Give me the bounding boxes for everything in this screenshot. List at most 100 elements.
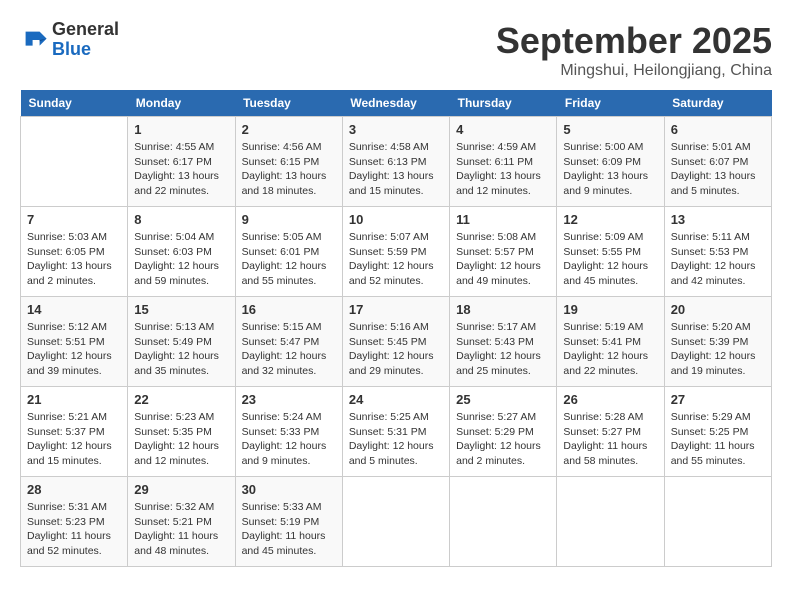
- week-row-3: 14 Sunrise: 5:12 AM Sunset: 5:51 PM Dayli…: [21, 297, 772, 387]
- day-info: Sunrise: 5:01 AM Sunset: 6:07 PM Dayligh…: [671, 140, 765, 199]
- day-number: 14: [27, 302, 121, 317]
- day-number: 22: [134, 392, 228, 407]
- day-info: Sunrise: 5:04 AM Sunset: 6:03 PM Dayligh…: [134, 230, 228, 289]
- day-info: Sunrise: 5:21 AM Sunset: 5:37 PM Dayligh…: [27, 410, 121, 469]
- day-info: Sunrise: 4:56 AM Sunset: 6:15 PM Dayligh…: [242, 140, 336, 199]
- weekday-header-thursday: Thursday: [450, 90, 557, 117]
- day-number: 10: [349, 212, 443, 227]
- weekday-header-sunday: Sunday: [21, 90, 128, 117]
- day-number: 28: [27, 482, 121, 497]
- week-row-5: 28 Sunrise: 5:31 AM Sunset: 5:23 PM Dayli…: [21, 477, 772, 567]
- day-cell: 7Sunrise: 5:03 AM Sunset: 6:05 PM Daylig…: [21, 207, 128, 297]
- day-info: Sunrise: 5:33 AM Sunset: 5:19 PM Dayligh…: [242, 500, 336, 559]
- day-cell: 5Sunrise: 5:00 AM Sunset: 6:09 PM Daylig…: [557, 117, 664, 207]
- day-number: 19: [563, 302, 657, 317]
- logo-text: General Blue: [52, 20, 119, 60]
- day-info: Sunrise: 5:31 AM Sunset: 5:23 PM Dayligh…: [27, 500, 121, 559]
- day-info: Sunrise: 5:07 AM Sunset: 5:59 PM Dayligh…: [349, 230, 443, 289]
- week-row-1: 1 Sunrise: 4:55 AM Sunset: 6:17 PM Daylig…: [21, 117, 772, 207]
- day-number: 18: [456, 302, 550, 317]
- day-number: 9: [242, 212, 336, 227]
- day-number: 17: [349, 302, 443, 317]
- day-cell: 17 Sunrise: 5:16 AM Sunset: 5:45 PM Dayli…: [342, 297, 449, 387]
- day-cell: 22 Sunrise: 5:23 AM Sunset: 5:35 PM Dayli…: [128, 387, 235, 477]
- day-cell: 19 Sunrise: 5:19 AM Sunset: 5:41 PM Dayli…: [557, 297, 664, 387]
- day-number: 29: [134, 482, 228, 497]
- location-subtitle: Mingshui, Heilongjiang, China: [496, 62, 772, 80]
- day-cell: 30 Sunrise: 5:33 AM Sunset: 5:19 PM Dayli…: [235, 477, 342, 567]
- day-cell: 13 Sunrise: 5:11 AM Sunset: 5:53 PM Dayli…: [664, 207, 771, 297]
- day-info: Sunrise: 4:58 AM Sunset: 6:13 PM Dayligh…: [349, 140, 443, 199]
- day-info: Sunrise: 5:13 AM Sunset: 5:49 PM Dayligh…: [134, 320, 228, 379]
- day-info: Sunrise: 4:59 AM Sunset: 6:11 PM Dayligh…: [456, 140, 550, 199]
- day-info: Sunrise: 5:23 AM Sunset: 5:35 PM Dayligh…: [134, 410, 228, 469]
- day-info: Sunrise: 5:24 AM Sunset: 5:33 PM Dayligh…: [242, 410, 336, 469]
- day-cell: 12 Sunrise: 5:09 AM Sunset: 5:55 PM Dayli…: [557, 207, 664, 297]
- day-number: 24: [349, 392, 443, 407]
- day-info: Sunrise: 5:12 AM Sunset: 5:51 PM Dayligh…: [27, 320, 121, 379]
- day-cell: [557, 477, 664, 567]
- day-number: 4: [456, 122, 550, 137]
- day-number: 12: [563, 212, 657, 227]
- day-number: 20: [671, 302, 765, 317]
- weekday-header-row: SundayMondayTuesdayWednesdayThursdayFrid…: [21, 90, 772, 117]
- logo: General Blue: [20, 20, 119, 60]
- day-cell: 11Sunrise: 5:08 AM Sunset: 5:57 PM Dayli…: [450, 207, 557, 297]
- day-cell: 20 Sunrise: 5:20 AM Sunset: 5:39 PM Dayli…: [664, 297, 771, 387]
- logo-line1: General: [52, 20, 119, 40]
- weekday-header-wednesday: Wednesday: [342, 90, 449, 117]
- day-cell: 26 Sunrise: 5:28 AM Sunset: 5:27 PM Dayli…: [557, 387, 664, 477]
- day-cell: [342, 477, 449, 567]
- day-number: 25: [456, 392, 550, 407]
- day-cell: 24 Sunrise: 5:25 AM Sunset: 5:31 PM Dayli…: [342, 387, 449, 477]
- day-cell: 21 Sunrise: 5:21 AM Sunset: 5:37 PM Dayli…: [21, 387, 128, 477]
- day-number: 3: [349, 122, 443, 137]
- day-number: 30: [242, 482, 336, 497]
- day-cell: 18 Sunrise: 5:17 AM Sunset: 5:43 PM Dayli…: [450, 297, 557, 387]
- day-info: Sunrise: 4:55 AM Sunset: 6:17 PM Dayligh…: [134, 140, 228, 199]
- day-info: Sunrise: 5:17 AM Sunset: 5:43 PM Dayligh…: [456, 320, 550, 379]
- day-number: 16: [242, 302, 336, 317]
- day-info: Sunrise: 5:25 AM Sunset: 5:31 PM Dayligh…: [349, 410, 443, 469]
- day-cell: 14 Sunrise: 5:12 AM Sunset: 5:51 PM Dayli…: [21, 297, 128, 387]
- day-cell: 9 Sunrise: 5:05 AM Sunset: 6:01 PM Daylig…: [235, 207, 342, 297]
- week-row-2: 7Sunrise: 5:03 AM Sunset: 6:05 PM Daylig…: [21, 207, 772, 297]
- weekday-header-tuesday: Tuesday: [235, 90, 342, 117]
- title-area: September 2025 Mingshui, Heilongjiang, C…: [496, 20, 772, 80]
- day-info: Sunrise: 5:32 AM Sunset: 5:21 PM Dayligh…: [134, 500, 228, 559]
- day-number: 27: [671, 392, 765, 407]
- day-info: Sunrise: 5:00 AM Sunset: 6:09 PM Dayligh…: [563, 140, 657, 199]
- day-info: Sunrise: 5:20 AM Sunset: 5:39 PM Dayligh…: [671, 320, 765, 379]
- day-info: Sunrise: 5:16 AM Sunset: 5:45 PM Dayligh…: [349, 320, 443, 379]
- day-cell: 2Sunrise: 4:56 AM Sunset: 6:15 PM Daylig…: [235, 117, 342, 207]
- day-info: Sunrise: 5:09 AM Sunset: 5:55 PM Dayligh…: [563, 230, 657, 289]
- day-number: 13: [671, 212, 765, 227]
- day-cell: 16Sunrise: 5:15 AM Sunset: 5:47 PM Dayli…: [235, 297, 342, 387]
- day-info: Sunrise: 5:29 AM Sunset: 5:25 PM Dayligh…: [671, 410, 765, 469]
- week-row-4: 21 Sunrise: 5:21 AM Sunset: 5:37 PM Dayli…: [21, 387, 772, 477]
- day-number: 8: [134, 212, 228, 227]
- day-info: Sunrise: 5:27 AM Sunset: 5:29 PM Dayligh…: [456, 410, 550, 469]
- day-cell: 25 Sunrise: 5:27 AM Sunset: 5:29 PM Dayli…: [450, 387, 557, 477]
- weekday-header-monday: Monday: [128, 90, 235, 117]
- weekday-header-friday: Friday: [557, 90, 664, 117]
- day-cell: 6Sunrise: 5:01 AM Sunset: 6:07 PM Daylig…: [664, 117, 771, 207]
- day-cell: 29 Sunrise: 5:32 AM Sunset: 5:21 PM Dayli…: [128, 477, 235, 567]
- day-number: 11: [456, 212, 550, 227]
- logo-line2: Blue: [52, 40, 119, 60]
- day-info: Sunrise: 5:28 AM Sunset: 5:27 PM Dayligh…: [563, 410, 657, 469]
- day-number: 26: [563, 392, 657, 407]
- day-number: 1: [134, 122, 228, 137]
- day-cell: 3 Sunrise: 4:58 AM Sunset: 6:13 PM Daylig…: [342, 117, 449, 207]
- header: General Blue September 2025 Mingshui, He…: [20, 20, 772, 80]
- day-info: Sunrise: 5:05 AM Sunset: 6:01 PM Dayligh…: [242, 230, 336, 289]
- day-cell: [450, 477, 557, 567]
- day-info: Sunrise: 5:19 AM Sunset: 5:41 PM Dayligh…: [563, 320, 657, 379]
- day-cell: 28 Sunrise: 5:31 AM Sunset: 5:23 PM Dayli…: [21, 477, 128, 567]
- day-number: 15: [134, 302, 228, 317]
- day-number: 7: [27, 212, 121, 227]
- day-cell: 27 Sunrise: 5:29 AM Sunset: 5:25 PM Dayli…: [664, 387, 771, 477]
- day-number: 21: [27, 392, 121, 407]
- day-cell: [21, 117, 128, 207]
- day-info: Sunrise: 5:11 AM Sunset: 5:53 PM Dayligh…: [671, 230, 765, 289]
